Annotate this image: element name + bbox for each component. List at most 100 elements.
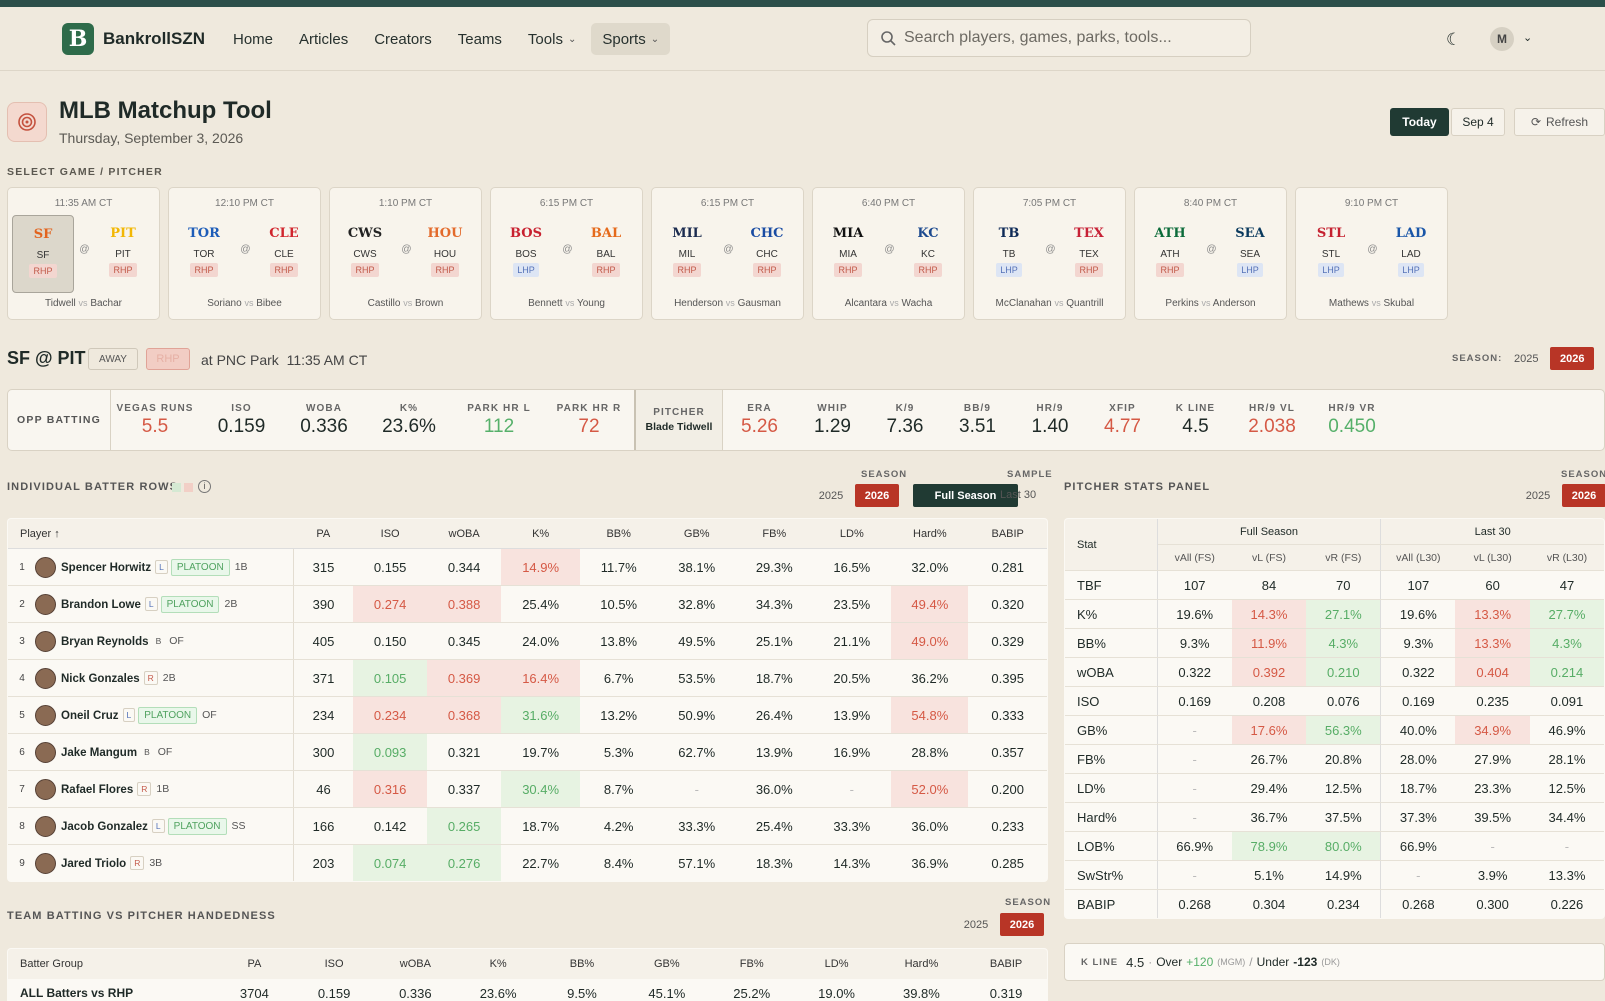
column-header[interactable]: BABIP xyxy=(965,949,1047,979)
game-card[interactable]: 11:35 AM CT SF SF RHP PIT PIT RHP @ Tidwell vs B… xyxy=(7,187,160,320)
game-card[interactable]: 12:10 PM CT TOR TOR RHP CLE CLE RHP @ Soriano vs… xyxy=(168,187,321,320)
game-card[interactable]: 6:15 PM CT MIL MIL RHP CHC CHC RHP @ Henderson v… xyxy=(651,187,804,320)
column-header[interactable]: K% xyxy=(501,519,581,549)
table-row[interactable]: 4 Nick Gonzales R 2B 371 0.105 0.369 16.4% 6.7% 5… xyxy=(8,659,1047,697)
table-row[interactable]: 1 Spencer Horwitz L PLATOON 1B 315 0.155 0.344 1… xyxy=(8,548,1047,586)
table-row[interactable]: 9 Jared Triolo R 3B 203 0.074 0.276 22.7% 8.4% 57… xyxy=(8,844,1047,881)
search-input[interactable]: Search players, games, parks, tools... xyxy=(867,19,1251,57)
player-cell[interactable]: 2 Brandon Lowe L PLATOON 2B xyxy=(8,585,294,623)
column-header[interactable]: wOBA xyxy=(427,519,502,549)
game-card[interactable]: 8:40 PM CT ATH ATH RHP SEA SEA LHP @ Perkins vs … xyxy=(1134,187,1287,320)
column-header[interactable]: LD% xyxy=(812,519,892,549)
team-home[interactable]: CHC CHC RHP xyxy=(736,215,798,293)
column-header[interactable]: LD% xyxy=(795,949,878,979)
season-2025[interactable]: 2025 xyxy=(954,913,998,936)
moon-icon[interactable]: ☾ xyxy=(1446,30,1461,50)
table-row[interactable]: 2 Brandon Lowe L PLATOON 2B 390 0.274 0.388 25.4… xyxy=(8,585,1047,623)
player-name[interactable]: Nick Gonzales xyxy=(61,672,140,684)
column-header[interactable]: Hard% xyxy=(877,949,966,979)
team-home[interactable]: TEX TEX RHP xyxy=(1058,215,1120,293)
team-away[interactable]: STL STL LHP xyxy=(1300,215,1362,293)
column-header[interactable]: Hard% xyxy=(891,519,969,549)
today-button[interactable]: Today xyxy=(1390,108,1449,136)
column-header[interactable]: FB% xyxy=(707,949,796,979)
game-card[interactable]: 6:15 PM CT BOS BOS LHP BAL BAL RHP @ Bennett vs … xyxy=(490,187,643,320)
season-2025[interactable]: 2025 xyxy=(809,484,853,507)
column-header[interactable]: BB% xyxy=(580,519,658,549)
team-away[interactable]: ATH ATH RHP xyxy=(1139,215,1201,293)
avatar[interactable]: M xyxy=(1490,27,1514,51)
column-header[interactable]: wOBA xyxy=(372,949,459,979)
player-cell[interactable]: 8 Jacob Gonzalez L PLATOON SS xyxy=(8,807,294,845)
player-name[interactable]: Bryan Reynolds xyxy=(61,635,149,647)
player-cell[interactable]: 9 Jared Triolo R 3B xyxy=(8,844,294,881)
column-header[interactable]: BABIP xyxy=(968,519,1047,549)
nav-tools[interactable]: Tools ⌄ xyxy=(517,23,587,55)
season-2025[interactable]: 2025 xyxy=(1504,347,1548,370)
team-home[interactable]: HOU HOU RHP xyxy=(414,215,476,293)
table-row[interactable]: 7 Rafael Flores R 1B 46 0.316 0.337 30.4% 8.7% -3… xyxy=(8,770,1047,808)
player-name[interactable]: Brandon Lowe xyxy=(61,598,141,610)
team-away[interactable]: MIL MIL RHP xyxy=(656,215,718,293)
chevron-down-icon[interactable]: ⌄ xyxy=(1523,31,1532,44)
nav-teams[interactable]: Teams xyxy=(447,23,513,55)
brand-name[interactable]: BankrollSZN xyxy=(103,29,205,49)
team-home[interactable]: SEA SEA LHP xyxy=(1219,215,1281,293)
team-away[interactable]: TOR TOR RHP xyxy=(173,215,235,293)
player-name[interactable]: Spencer Horwitz xyxy=(61,561,151,573)
team-home[interactable]: LAD LAD LHP xyxy=(1380,215,1442,293)
column-header[interactable]: GB% xyxy=(625,949,708,979)
team-home[interactable]: PIT PIT RHP xyxy=(92,215,154,293)
brand-logo[interactable]: B xyxy=(62,23,94,55)
season-2025[interactable]: 2025 xyxy=(1516,484,1560,507)
season-2026[interactable]: 2026 xyxy=(1000,913,1044,936)
column-header[interactable]: Batter Group xyxy=(8,949,214,979)
game-card[interactable]: 9:10 PM CT STL STL LHP LAD LAD LHP @ Mathews vs … xyxy=(1295,187,1448,320)
player-name[interactable]: Jared Triolo xyxy=(61,857,126,869)
table-row[interactable]: ALL Batters vs RHP 3704 0.159 0.336 23.6% 9.5… xyxy=(8,979,1047,1001)
team-away[interactable]: TB TB LHP xyxy=(978,215,1040,293)
column-header[interactable]: PA xyxy=(213,949,296,979)
nav-articles[interactable]: Articles xyxy=(288,23,359,55)
season-2026[interactable]: 2026 xyxy=(1562,484,1605,507)
player-cell[interactable]: 7 Rafael Flores R 1B xyxy=(8,770,294,808)
sep4-button[interactable]: Sep 4 xyxy=(1451,108,1505,136)
team-away[interactable]: BOS BOS LHP xyxy=(495,215,557,293)
player-cell[interactable]: 6 Jake Mangum B OF xyxy=(8,733,294,771)
nav-creators[interactable]: Creators xyxy=(363,23,443,55)
column-header[interactable]: BB% xyxy=(538,949,626,979)
table-row[interactable]: 8 Jacob Gonzalez L PLATOON SS 166 0.142 0.265 18… xyxy=(8,807,1047,845)
column-header[interactable]: PA xyxy=(293,519,354,549)
team-home[interactable]: BAL BAL RHP xyxy=(575,215,637,293)
nav-sports[interactable]: Sports ⌄ xyxy=(591,23,671,55)
nav-home[interactable]: Home xyxy=(222,23,284,55)
table-row[interactable]: 3 Bryan Reynolds B OF 405 0.150 0.345 24.0% 13.8… xyxy=(8,622,1047,660)
column-header[interactable]: K% xyxy=(458,949,539,979)
player-cell[interactable]: 4 Nick Gonzales R 2B xyxy=(8,659,294,697)
player-cell[interactable]: 5 Oneil Cruz L PLATOON OF xyxy=(8,696,294,734)
team-away[interactable]: CWS CWS RHP xyxy=(334,215,396,293)
player-cell[interactable]: 1 Spencer Horwitz L PLATOON 1B xyxy=(8,548,294,586)
game-card[interactable]: 1:10 PM CT CWS CWS RHP HOU HOU RHP @ Castillo vs… xyxy=(329,187,482,320)
season-2026[interactable]: 2026 xyxy=(855,484,899,507)
team-away[interactable]: SF SF RHP xyxy=(12,215,74,293)
column-header[interactable]: ISO xyxy=(295,949,373,979)
last30-button[interactable]: Last 30 xyxy=(1000,489,1036,501)
refresh-button[interactable]: ⟳ Refresh xyxy=(1514,108,1605,136)
team-home[interactable]: CLE CLE RHP xyxy=(253,215,315,293)
team-home[interactable]: KC KC RHP xyxy=(897,215,959,293)
table-row[interactable]: 5 Oneil Cruz L PLATOON OF 234 0.234 0.368 31.6% 1… xyxy=(8,696,1047,734)
column-header[interactable]: ISO xyxy=(353,519,428,549)
player-name[interactable]: Jacob Gonzalez xyxy=(61,820,148,832)
game-card[interactable]: 7:05 PM CT TB TB LHP TEX TEX RHP @ McClanahan vs… xyxy=(973,187,1126,320)
table-row[interactable]: 6 Jake Mangum B OF 300 0.093 0.321 19.7% 5.3% 62.… xyxy=(8,733,1047,771)
player-name[interactable]: Jake Mangum xyxy=(61,746,137,758)
player-name[interactable]: Oneil Cruz xyxy=(61,709,119,721)
column-header[interactable]: Player ↑ xyxy=(8,519,294,549)
player-cell[interactable]: 3 Bryan Reynolds B OF xyxy=(8,622,294,660)
player-name[interactable]: Rafael Flores xyxy=(61,783,133,795)
game-card[interactable]: 6:40 PM CT MIA MIA RHP KC KC RHP @ Alcantara vs … xyxy=(812,187,965,320)
column-header[interactable]: FB% xyxy=(736,519,813,549)
column-header[interactable]: GB% xyxy=(657,519,737,549)
info-icon[interactable]: i xyxy=(198,480,211,493)
